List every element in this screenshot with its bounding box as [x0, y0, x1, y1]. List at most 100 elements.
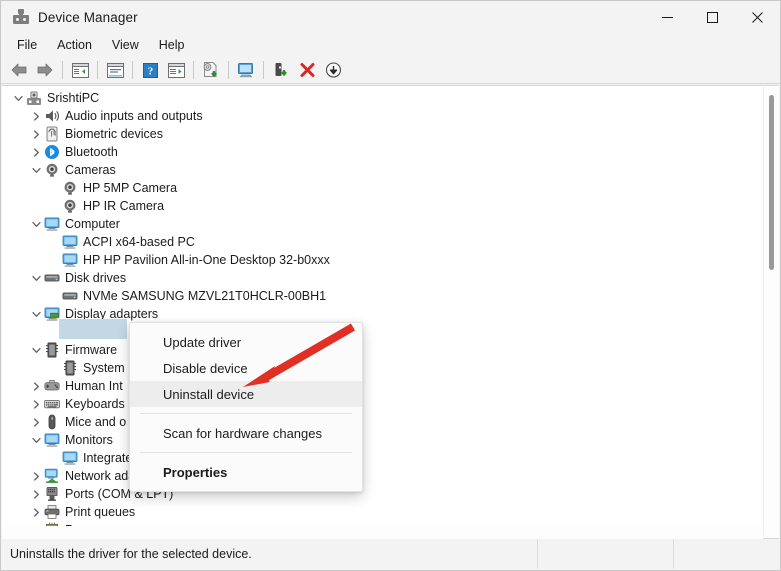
menu-action[interactable]: Action	[47, 35, 102, 55]
tree-node-label: Firmware	[65, 343, 118, 357]
tree-node[interactable]: System	[2, 359, 779, 377]
mouse-icon	[44, 414, 60, 430]
network-adapter-icon	[44, 468, 60, 484]
tree-node[interactable]: Monitors	[2, 431, 779, 449]
tree-node[interactable]: Biometric devices	[2, 125, 779, 143]
monitor-icon	[44, 432, 60, 448]
chevron-down-icon[interactable]	[10, 89, 26, 107]
menu-help[interactable]: Help	[149, 35, 195, 55]
tree-node-label: HP IR Camera	[83, 199, 165, 213]
uninstall-device-icon[interactable]	[294, 58, 320, 82]
chevron-right-icon[interactable]	[28, 395, 44, 413]
tree-node[interactable]: Cameras	[2, 161, 779, 179]
device-context-menu[interactable]: Update driver Disable device Uninstall dev…	[129, 322, 363, 492]
tree-node[interactable]: Human Int	[2, 377, 779, 395]
status-bar: Uninstalls the driver for the selected d…	[2, 538, 779, 569]
camera-icon	[62, 180, 78, 196]
tree-node[interactable]: NVMe SAMSUNG MZVL21T0HCLR-00BH1	[2, 287, 779, 305]
camera-icon	[44, 162, 60, 178]
minimize-button[interactable]	[645, 1, 690, 33]
tree-node[interactable]: HP IR Camera	[2, 197, 779, 215]
tree-node[interactable]: HP 5MP Camera	[2, 179, 779, 197]
menu-view[interactable]: View	[102, 35, 149, 55]
chevron-right-icon[interactable]	[28, 485, 44, 503]
status-message: Uninstalls the driver for the selected d…	[2, 539, 538, 569]
chevron-right-icon[interactable]	[28, 143, 44, 161]
keyboard-icon	[44, 396, 60, 412]
forward-icon[interactable]	[32, 58, 58, 82]
close-button[interactable]	[735, 1, 780, 33]
chevron-right-icon[interactable]	[28, 413, 44, 431]
back-icon[interactable]	[6, 58, 32, 82]
chevron-right-icon[interactable]	[28, 503, 44, 521]
menu-file[interactable]: File	[7, 35, 47, 55]
help-icon[interactable]: ?	[137, 58, 163, 82]
tree-node[interactable]: Network adapters	[2, 467, 779, 485]
firmware-icon	[62, 360, 78, 376]
toolbar-separator	[132, 61, 133, 79]
tree-node-label: Disk drives	[65, 271, 127, 285]
tree-node[interactable]: SrishtiPC	[2, 89, 779, 107]
tree-node[interactable]: HP HP Pavilion All-in-One Desktop 32-b0x…	[2, 251, 779, 269]
tree-node-label: System	[83, 361, 125, 375]
update-driver-icon[interactable]	[198, 58, 224, 82]
hid-icon	[44, 378, 60, 394]
chevron-down-icon[interactable]	[28, 431, 44, 449]
tree-node-label: Bluetooth	[65, 145, 118, 159]
tree-node[interactable]: Audio inputs and outputs	[2, 107, 779, 125]
tree-node-label: ACPI x64-based PC	[83, 235, 195, 249]
tree-node[interactable]: Mice and o	[2, 413, 779, 431]
tree-node[interactable]: ACPI x64-based PC	[2, 233, 779, 251]
tree-node[interactable]: Bluetooth	[2, 143, 779, 161]
tree-node[interactable]: Ports (COM & LPT)	[2, 485, 779, 503]
context-menu-item-disable-device[interactable]: Disable device	[130, 355, 362, 381]
chevron-right-icon[interactable]	[28, 467, 44, 485]
tree-node[interactable]: Print queues	[2, 503, 779, 521]
firmware-icon	[44, 342, 60, 358]
chevron-down-icon[interactable]	[28, 215, 44, 233]
vertical-scrollbar-thumb[interactable]	[769, 95, 774, 270]
tree-node-label: SrishtiPC	[47, 91, 100, 105]
context-menu-item-properties[interactable]: Properties	[130, 459, 362, 485]
vertical-scrollbar[interactable]	[763, 87, 778, 537]
toolbar-separator	[193, 61, 194, 79]
chevron-right-icon[interactable]	[28, 107, 44, 125]
show-hide-action-pane-icon[interactable]	[163, 58, 189, 82]
chevron-down-icon[interactable]	[28, 341, 44, 359]
disable-device-icon[interactable]	[320, 58, 346, 82]
title-bar: Device Manager	[1, 1, 780, 33]
context-menu-item-scan-for-hardware-changes[interactable]: Scan for hardware changes	[130, 420, 362, 446]
tree-node-label: Human Int	[65, 379, 123, 393]
chevron-down-icon[interactable]	[28, 269, 44, 287]
tree-node[interactable]: Keyboards	[2, 395, 779, 413]
maximize-button[interactable]	[690, 1, 735, 33]
tree-node-label: Print queues	[65, 505, 136, 519]
printer-icon	[44, 504, 60, 520]
chevron-right-icon[interactable]	[28, 125, 44, 143]
context-menu-item-update-driver[interactable]: Update driver	[130, 329, 362, 355]
show-hide-console-tree-icon[interactable]	[67, 58, 93, 82]
enable-device-icon[interactable]	[268, 58, 294, 82]
chevron-down-icon[interactable]	[28, 161, 44, 179]
horizontal-scrollbar[interactable]	[2, 526, 763, 539]
monitor-icon	[44, 216, 60, 232]
scan-for-hardware-changes-icon[interactable]	[233, 58, 259, 82]
chevron-down-icon[interactable]	[28, 305, 44, 323]
tree-node[interactable]: Computer	[2, 215, 779, 233]
chevron-right-icon[interactable]	[28, 377, 44, 395]
device-tree[interactable]: SrishtiPC Audio inputs and outputs Biometr…	[2, 86, 779, 539]
tree-node[interactable]: Integrated Monitor (HP All-in-One)	[2, 449, 779, 467]
properties-icon[interactable]	[102, 58, 128, 82]
tree-node[interactable]: Disk drives	[2, 269, 779, 287]
menu-bar: File Action View Help	[1, 33, 780, 57]
device-tree-pane[interactable]: SrishtiPC Audio inputs and outputs Biometr…	[2, 85, 779, 539]
tree-node-label: Keyboards	[65, 397, 125, 411]
context-menu-item-uninstall-device[interactable]: Uninstall device	[130, 381, 362, 407]
tree-node[interactable]: Firmware	[2, 341, 779, 359]
bluetooth-icon	[44, 144, 60, 160]
selected-device-row-highlight[interactable]	[59, 319, 127, 339]
